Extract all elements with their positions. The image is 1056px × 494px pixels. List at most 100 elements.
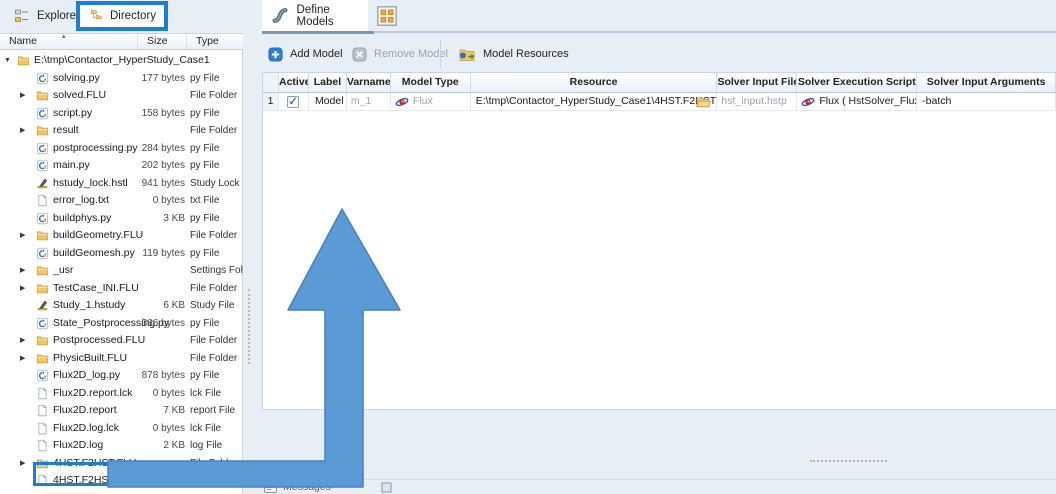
solver-execution-script-cell[interactable]: Flux ( HstSolver_Flux ) <box>797 93 917 110</box>
resource-cell[interactable]: E:\tmp\Contactor_HyperStudy_Case1\4HST.F… <box>471 93 718 110</box>
add-model-button[interactable]: Add Model <box>268 42 343 66</box>
file-name[interactable]: Flux2D.log.lck <box>53 420 119 438</box>
messages-label: Messages <box>283 481 331 493</box>
tree-row[interactable]: Flux2D.log.lck0 byteslck File <box>0 420 243 438</box>
file-name[interactable]: E:\tmp\Contactor_HyperStudy_Case1 <box>34 52 210 70</box>
file-name[interactable]: result <box>53 122 79 140</box>
active-cell[interactable] <box>279 93 309 110</box>
table-header-solver-input-arguments[interactable]: Solver Input Arguments <box>917 73 1056 92</box>
model-row[interactable]: 1 Model 1m_1FluxE:\tmp\Contactor_HyperStu… <box>263 93 1056 111</box>
row-number[interactable]: 1 <box>263 93 279 110</box>
tree-row[interactable]: Flux2D.log2 KBlog File <box>0 437 243 455</box>
tree-row[interactable]: script.py158 bytespy File <box>0 105 243 123</box>
file-name[interactable]: Flux2D_log.py <box>53 367 120 385</box>
file-type: File Folder <box>190 455 243 473</box>
grid-icon <box>376 14 398 31</box>
row-number-text: 1 <box>268 93 274 110</box>
varname-cell[interactable]: m_1 <box>347 93 391 110</box>
label-cell[interactable]: Model 1 <box>309 93 347 110</box>
tree-row[interactable]: buildGeomesh.py119 bytespy File <box>0 245 243 263</box>
tab-strip-divider <box>262 31 1056 33</box>
panel-splitter[interactable] <box>244 0 262 494</box>
table-header-active[interactable]: Active <box>279 73 309 92</box>
file-size: 0 bytes <box>113 420 185 438</box>
tree-row[interactable]: Flux2D.report.lck0 byteslck File <box>0 385 243 403</box>
tree-row[interactable]: ▶_usrSettings Folder <box>0 262 243 280</box>
folder-icon <box>36 264 49 277</box>
tree-row[interactable]: ▼ E:\tmp\Contactor_HyperStudy_Case1 <box>0 52 243 70</box>
file-name[interactable]: buildGeometry.FLU <box>53 227 143 245</box>
browse-folder-icon[interactable] <box>696 95 711 108</box>
tree-row[interactable]: ▶solved.FLUFile Folder <box>0 87 243 105</box>
table-header-model-type[interactable]: Model Type <box>391 73 471 92</box>
column-header-name[interactable]: Name▴ <box>0 34 138 49</box>
expand-arrow-icon[interactable]: ▶ <box>20 280 25 298</box>
collapse-arrow-icon[interactable]: ▼ <box>4 52 11 70</box>
remove-icon <box>352 47 367 62</box>
expand-arrow-icon[interactable]: ▶ <box>20 227 25 245</box>
model-resources-button[interactable]: Model Resources <box>458 42 569 66</box>
tree-row[interactable]: Flux2D_log.py878 bytespy File <box>0 367 243 385</box>
table-header-gutter[interactable] <box>263 73 279 92</box>
tree-row[interactable]: ▶TestCase_INI.FLUFile Folder <box>0 280 243 298</box>
messages-pin-icon[interactable] <box>381 482 392 493</box>
folder-icon <box>17 54 30 67</box>
table-header-label[interactable]: Label <box>309 73 347 92</box>
tree-row[interactable]: solving.py177 bytespy File <box>0 70 243 88</box>
folder-icon <box>36 229 49 242</box>
table-header-varname[interactable]: Varname <box>347 73 391 92</box>
expand-arrow-icon[interactable]: ▶ <box>20 350 25 368</box>
table-header-solver-input-file[interactable]: Solver Input File <box>717 73 797 92</box>
file-name[interactable]: error_log.txt <box>53 192 109 210</box>
file-name[interactable]: Postprocessed.FLU <box>53 332 145 350</box>
tree-row[interactable]: ▶buildGeometry.FLUFile Folder <box>0 227 243 245</box>
tree-row[interactable]: error_log.txt0 bytestxt File <box>0 192 243 210</box>
model-resources-label: Model Resources <box>483 48 569 60</box>
column-header-size[interactable]: Size <box>138 34 187 49</box>
toolbar-separator <box>440 40 441 68</box>
solver-input-arguments-cell[interactable]: -batch <box>917 93 1056 110</box>
file-name[interactable]: Flux2D.log <box>53 437 103 455</box>
tab-define-models[interactable]: Define Models <box>262 0 368 31</box>
model-type-cell[interactable]: Flux <box>391 93 471 110</box>
tree-row[interactable]: State_Postprocessing.py366 bytespy File <box>0 315 243 333</box>
tree-row[interactable]: ▶PhysicBuilt.FLUFile Folder <box>0 350 243 368</box>
messages-bar[interactable]: Messages <box>262 479 1056 494</box>
file-name[interactable]: buildphys.py <box>53 210 111 228</box>
solver-input-file-cell[interactable]: hst_input.hstp <box>717 93 797 110</box>
file-name[interactable]: solved.FLU <box>53 87 106 105</box>
matrix-view-tab[interactable] <box>376 5 398 27</box>
tree-row[interactable]: Study_1.hstudy6 KBStudy File <box>0 297 243 315</box>
tree-row[interactable]: ▶Postprocessed.FLUFile Folder <box>0 332 243 350</box>
file-name[interactable]: TestCase_INI.FLU <box>53 280 139 298</box>
expand-arrow-icon[interactable]: ▶ <box>20 332 25 350</box>
right-tab-strip: Define Models <box>262 0 1056 33</box>
tree-row[interactable]: buildphys.py3 KBpy File <box>0 210 243 228</box>
file-name[interactable]: script.py <box>53 105 92 123</box>
tree-row[interactable]: ▶resultFile Folder <box>0 122 243 140</box>
file-name[interactable]: PhysicBuilt.FLU <box>53 350 127 368</box>
file-name[interactable]: solving.py <box>53 70 100 88</box>
file-type: py File <box>190 210 243 228</box>
folder-icon <box>36 89 49 102</box>
tree-row[interactable]: main.py202 bytespy File <box>0 157 243 175</box>
bottom-panel-handle[interactable] <box>810 460 887 462</box>
file-tree: ▼ E:\tmp\Contactor_HyperStudy_Case1solvin… <box>0 52 243 490</box>
file-name[interactable]: _usr <box>53 262 73 280</box>
expand-arrow-icon[interactable]: ▶ <box>20 122 25 140</box>
expand-arrow-icon[interactable]: ▶ <box>20 262 25 280</box>
tree-row[interactable]: hstudy_lock.hstl941 bytesStudy Lock <box>0 175 243 193</box>
expand-arrow-icon[interactable]: ▶ <box>20 87 25 105</box>
tree-row[interactable]: Flux2D.report7 KBreport File <box>0 402 243 420</box>
file-name[interactable]: Flux2D.report <box>53 402 117 420</box>
tree-row[interactable]: postprocessing.py284 bytespy File <box>0 140 243 158</box>
table-header-resource[interactable]: Resource <box>471 73 718 92</box>
expand-arrow-icon[interactable]: ▶ <box>20 455 25 473</box>
column-header-type[interactable]: Type <box>187 34 243 49</box>
py-icon <box>36 317 49 330</box>
active-checkbox[interactable] <box>287 96 299 108</box>
table-header-solver-execution-script[interactable]: Solver Execution Script <box>797 73 917 92</box>
file-name[interactable]: main.py <box>53 157 90 175</box>
remove-model-button[interactable]: Remove Model <box>352 42 448 66</box>
splitter-handle-icon[interactable] <box>248 289 250 364</box>
